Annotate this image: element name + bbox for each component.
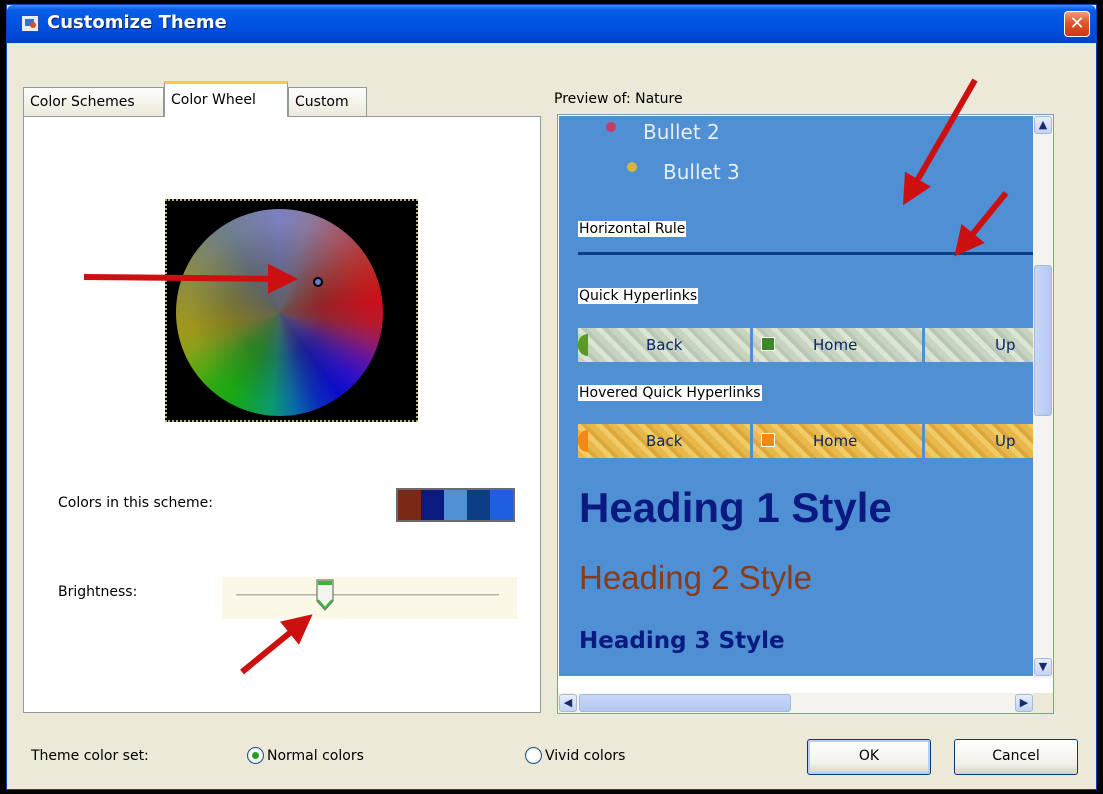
close-button[interactable]: ✕: [1064, 11, 1090, 37]
swatch-3: [444, 490, 467, 520]
swatch-5: [490, 490, 513, 520]
title-bar[interactable]: Customize Theme ✕: [7, 5, 1096, 43]
scheme-swatches: [396, 488, 515, 522]
scroll-up-icon[interactable]: ▲: [1034, 116, 1052, 134]
scroll-down-icon[interactable]: ▼: [1034, 658, 1052, 676]
quick-hyperlinks-bar: Back Home Up: [578, 328, 1034, 362]
swatch-4: [467, 490, 490, 520]
theme-app-icon: [21, 15, 39, 32]
scroll-corner: [1033, 693, 1053, 713]
normal-radio-icon[interactable]: [247, 747, 264, 764]
hover-cap-icon: [578, 430, 588, 452]
hovered-link-up-label: Up: [995, 432, 1016, 450]
brightness-slider[interactable]: [222, 577, 517, 619]
tab-color-schemes[interactable]: Color Schemes: [23, 87, 164, 117]
quick-link-back[interactable]: Back: [578, 328, 750, 362]
link-cap-icon: [578, 334, 588, 356]
color-wheel[interactable]: [176, 209, 383, 416]
horizontal-scroll-thumb[interactable]: [579, 694, 791, 712]
hovered-link-back-label: Back: [646, 432, 683, 450]
horizontal-rule: [578, 252, 1034, 255]
vertical-scrollbar[interactable]: ▲ ▼: [1033, 115, 1053, 678]
color-wheel-frame: [165, 199, 418, 422]
horizontal-rule-label: Horizontal Rule: [578, 221, 687, 237]
preview-canvas: Bullet 2 Bullet 3 Horizontal Rule Quick …: [559, 116, 1034, 676]
normal-colors-label: Normal colors: [267, 747, 364, 764]
hovered-link-up[interactable]: Up: [925, 424, 1034, 458]
tab-custom[interactable]: Custom: [288, 87, 367, 117]
hovered-link-home[interactable]: Home: [753, 424, 922, 458]
color-wheel-panel: Colors in this scheme: Brightness:: [23, 116, 541, 713]
window-title: Customize Theme: [47, 12, 227, 33]
quick-link-up[interactable]: Up: [925, 328, 1034, 362]
color-wheel-handle[interactable]: [313, 277, 323, 287]
quick-hyperlinks-label: Quick Hyperlinks: [578, 288, 699, 304]
theme-preview: Bullet 2 Bullet 3 Horizontal Rule Quick …: [557, 114, 1054, 714]
normal-colors-radio[interactable]: Normal colors: [247, 747, 364, 764]
ok-button[interactable]: OK: [807, 739, 931, 775]
hovered-link-home-label: Home: [813, 432, 858, 450]
tab-color-wheel[interactable]: Color Wheel: [164, 81, 288, 117]
vivid-colors-label: Vivid colors: [545, 747, 626, 764]
colors-in-scheme-label: Colors in this scheme:: [58, 495, 213, 511]
swatch-1: [398, 490, 421, 520]
quick-link-back-label: Back: [646, 336, 683, 354]
slider-thumb[interactable]: [315, 579, 335, 611]
hover-square-icon: [761, 433, 775, 447]
preview-label: Preview of: Nature: [554, 91, 683, 107]
bullet-2-icon: [606, 122, 616, 132]
brightness-label: Brightness:: [58, 584, 138, 600]
vivid-radio-icon[interactable]: [525, 747, 542, 764]
quick-link-up-label: Up: [995, 336, 1016, 354]
cancel-button[interactable]: Cancel: [954, 739, 1078, 775]
quick-link-home[interactable]: Home: [753, 328, 922, 362]
swatch-2: [421, 490, 444, 520]
hovered-hyperlinks-label: Hovered Quick Hyperlinks: [578, 385, 762, 401]
bullet-3-icon: [627, 162, 637, 172]
home-square-icon: [761, 337, 775, 351]
bullet-2-text: Bullet 2: [643, 120, 720, 144]
bullet-3-text: Bullet 3: [663, 160, 740, 184]
slider-track: [236, 594, 499, 597]
scroll-left-icon[interactable]: ◀: [559, 694, 577, 712]
heading-2-sample: Heading 2 Style: [579, 559, 812, 596]
hovered-link-back[interactable]: Back: [578, 424, 750, 458]
heading-1-sample: Heading 1 Style: [579, 484, 892, 531]
quick-link-home-label: Home: [813, 336, 858, 354]
theme-color-set-label: Theme color set:: [31, 748, 149, 764]
scroll-right-icon[interactable]: ▶: [1015, 694, 1033, 712]
vertical-scroll-thumb[interactable]: [1034, 265, 1052, 416]
heading-3-sample: Heading 3 Style: [579, 628, 785, 654]
horizontal-scrollbar[interactable]: ◀ ▶: [558, 693, 1035, 713]
vivid-colors-radio[interactable]: Vivid colors: [525, 747, 625, 764]
hovered-hyperlinks-bar: Back Home Up: [578, 424, 1034, 458]
